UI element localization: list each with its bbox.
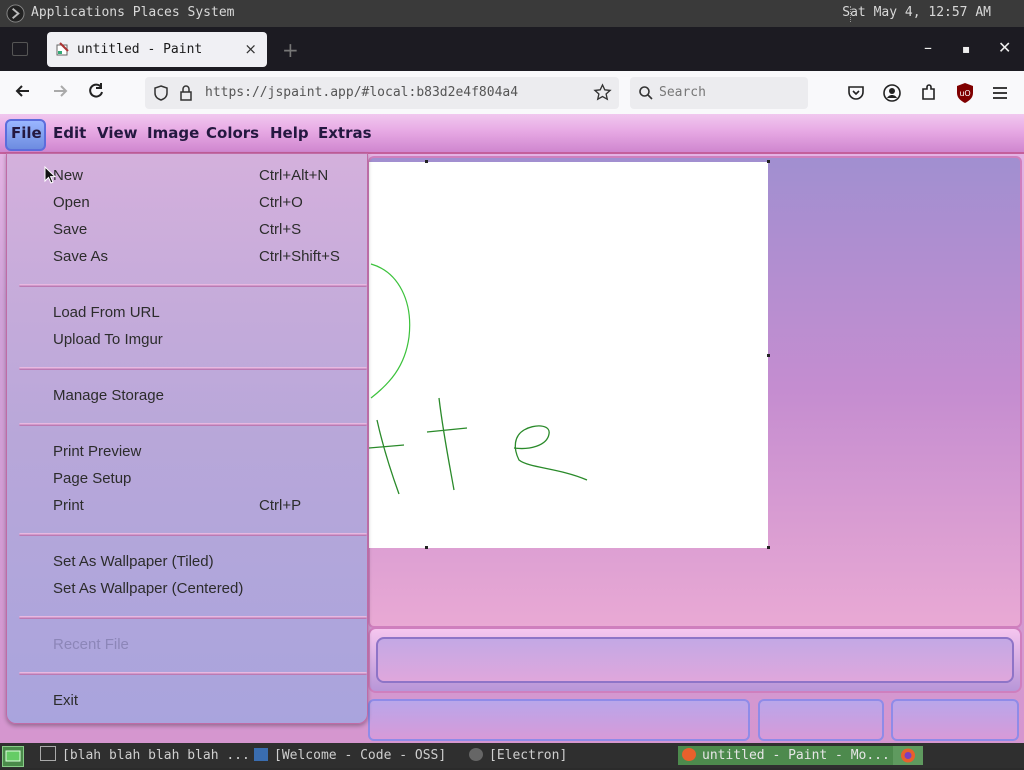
menu-item-load-from-url[interactable]: Load From URL: [53, 304, 160, 321]
status-position-field: [758, 699, 884, 741]
mouse-pointer-icon: [44, 166, 56, 184]
menu-item-print-preview[interactable]: Print Preview: [53, 443, 141, 460]
svg-text:uO: uO: [959, 89, 970, 98]
taskbar-firefox-launcher[interactable]: [893, 746, 923, 765]
resize-handle[interactable]: [767, 354, 770, 357]
tab-list-icon[interactable]: [12, 42, 28, 56]
menu-item-save-as[interactable]: Save As: [53, 248, 108, 265]
minimize-window-icon[interactable]: –: [924, 38, 932, 57]
shortcut-new: Ctrl+Alt+N: [259, 167, 329, 184]
letter-e-stroke: [513, 425, 588, 481]
menu-image[interactable]: Image: [147, 124, 199, 142]
taskbar-item-terminal[interactable]: [blah blah blah blah ...: [40, 746, 250, 765]
menu-item-new[interactable]: New: [53, 167, 83, 184]
letter-t1-stroke: [369, 419, 405, 495]
color-box-panel: [368, 627, 1022, 693]
menu-separator: [19, 367, 367, 370]
shortcut-print: Ctrl+P: [259, 497, 302, 514]
extensions-icon[interactable]: [919, 83, 939, 103]
reload-icon[interactable]: [84, 81, 108, 105]
bookmark-star-icon[interactable]: [593, 83, 612, 102]
color-box-inner: [376, 637, 1014, 683]
show-desktop-icon[interactable]: [2, 746, 24, 767]
menu-file[interactable]: File: [11, 124, 42, 142]
firefox-icon: [682, 748, 696, 761]
green-arc-stroke: [370, 263, 411, 399]
resize-handle[interactable]: [425, 160, 428, 163]
paint-favicon-icon: [56, 42, 69, 56]
menu-item-print[interactable]: Print: [53, 497, 84, 514]
lock-icon[interactable]: [178, 84, 194, 102]
tab-untitled-paint[interactable]: untitled - Paint ×: [47, 32, 267, 67]
url-text[interactable]: https://jspaint.app/#local:b83d2e4f804a4: [205, 85, 518, 100]
menu-separator: [19, 423, 367, 426]
resize-handle[interactable]: [767, 160, 770, 163]
status-size-field: [891, 699, 1019, 741]
menu-separator: [19, 672, 367, 675]
resize-handle[interactable]: [767, 546, 770, 549]
search-bar[interactable]: Search: [630, 77, 808, 109]
shortcut-open: Ctrl+O: [259, 194, 303, 211]
menu-extras[interactable]: Extras: [318, 124, 372, 142]
menu-separator: [19, 533, 367, 536]
menu-item-page-setup[interactable]: Page Setup: [53, 470, 131, 487]
drawing-canvas[interactable]: [369, 162, 768, 548]
menu-colors[interactable]: Colors: [206, 124, 259, 142]
code-editor-icon: [254, 748, 268, 761]
os-logo-icon[interactable]: [6, 4, 25, 23]
menu-item-recent-file: Recent File: [53, 636, 129, 653]
shield-icon[interactable]: [152, 84, 170, 102]
taskbar-item-firefox-paint[interactable]: untitled - Paint - Mo...: [678, 746, 894, 765]
forward-arrow-icon[interactable]: [48, 81, 72, 105]
menu-item-wallpaper-centered[interactable]: Set As Wallpaper (Centered): [53, 580, 243, 597]
menu-separator: [19, 616, 367, 619]
terminal-icon: [40, 746, 56, 761]
menu-item-manage-storage[interactable]: Manage Storage: [53, 387, 164, 404]
electron-icon: [469, 748, 483, 761]
system-menus[interactable]: Applications Places System: [31, 5, 235, 20]
search-placeholder: Search: [659, 85, 706, 100]
taskbar-item-electron[interactable]: [Electron]: [469, 746, 567, 765]
resize-handle[interactable]: [425, 546, 428, 549]
menu-separator: [19, 284, 367, 287]
tab-title: untitled - Paint: [77, 42, 203, 57]
shortcut-save: Ctrl+S: [259, 221, 302, 238]
menu-help[interactable]: Help: [270, 124, 309, 142]
back-arrow-icon[interactable]: [11, 81, 35, 105]
hamburger-menu-icon[interactable]: [991, 84, 1009, 102]
file-menu-dropdown: New Ctrl+Alt+N Open Ctrl+O Save Ctrl+S S…: [6, 153, 368, 724]
close-tab-icon[interactable]: ×: [244, 40, 257, 58]
system-taskbar: [blah blah blah blah ... [Welcome - Code…: [0, 743, 1024, 768]
account-icon[interactable]: [882, 83, 902, 103]
menu-view[interactable]: View: [97, 124, 138, 142]
new-tab-icon[interactable]: +: [282, 38, 299, 62]
letter-t2-stroke: [426, 397, 468, 491]
status-text-field: [368, 699, 750, 741]
system-clock[interactable]: Sat May 4, 12:57 AM: [842, 5, 991, 20]
system-top-panel: Applications Places System Sat May 4, 12…: [0, 0, 1024, 27]
url-bar[interactable]: https://jspaint.app/#local:b83d2e4f804a4: [145, 77, 619, 109]
menu-item-save[interactable]: Save: [53, 221, 87, 238]
shortcut-save-as: Ctrl+Shift+S: [259, 248, 340, 265]
menu-item-open[interactable]: Open: [53, 194, 90, 211]
pocket-icon[interactable]: [846, 83, 866, 103]
menu-item-exit[interactable]: Exit: [53, 692, 78, 709]
menu-item-upload-to-imgur[interactable]: Upload To Imgur: [53, 331, 163, 348]
close-window-icon[interactable]: ✕: [998, 38, 1011, 57]
maximize-window-icon[interactable]: ▪: [962, 42, 970, 56]
search-icon: [639, 86, 653, 100]
canvas-drawing: [369, 263, 588, 495]
ublock-origin-icon[interactable]: uO: [955, 82, 975, 104]
menu-item-wallpaper-tiled[interactable]: Set As Wallpaper (Tiled): [53, 553, 214, 570]
taskbar-item-code-oss[interactable]: [Welcome - Code - OSS]: [254, 746, 446, 765]
menu-edit[interactable]: Edit: [53, 124, 86, 142]
